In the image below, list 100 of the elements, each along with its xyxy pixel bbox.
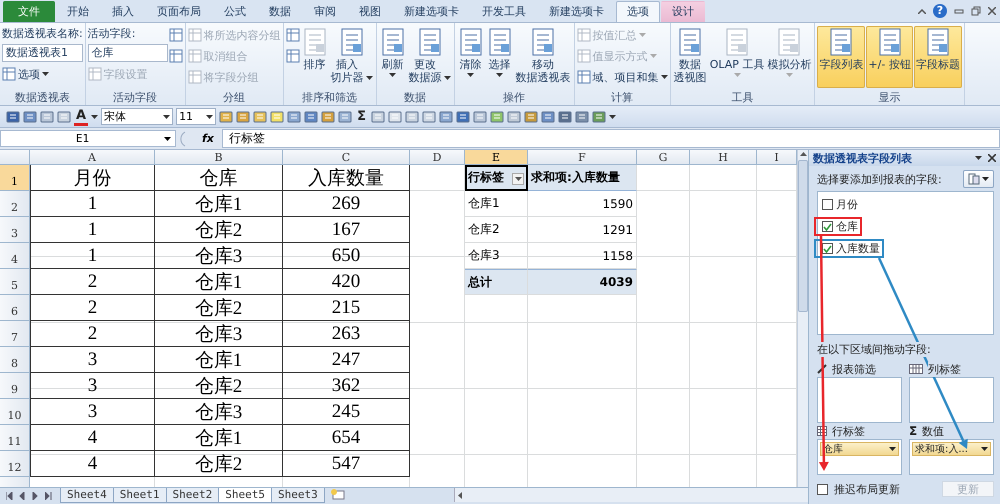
toolbar-icon[interactable] <box>287 110 302 124</box>
font-size-field[interactable]: 11 <box>176 108 216 125</box>
toolbar-icon[interactable] <box>57 110 71 124</box>
restore-icon[interactable] <box>971 6 981 16</box>
toolbar-icon[interactable] <box>338 110 352 124</box>
row-header[interactable]: 4 <box>0 243 30 269</box>
toolbar-icon[interactable] <box>236 110 250 124</box>
ribbon-button[interactable]: 更改 数据源 <box>408 26 452 86</box>
area-field-item[interactable]: 求和项:入... <box>912 442 991 456</box>
column-header[interactable]: I <box>757 150 797 165</box>
toolbar-icon[interactable] <box>6 110 20 124</box>
toolbar-icon[interactable] <box>270 110 284 124</box>
input-field[interactable]: 仓库 <box>88 44 168 62</box>
toolbar-icon[interactable] <box>388 110 402 124</box>
ribbon-tab[interactable]: 新建选项卡 <box>538 1 615 22</box>
toolbar-icon[interactable] <box>404 110 419 124</box>
column-header[interactable]: H <box>690 150 757 165</box>
checkbox[interactable] <box>822 243 833 254</box>
checkbox[interactable] <box>817 484 828 494</box>
ribbon-tab[interactable]: 设计 <box>661 1 705 22</box>
font-field[interactable]: 宋体 <box>101 108 174 125</box>
sheet-tab[interactable]: Sheet5 <box>218 488 272 503</box>
row-header[interactable]: 8 <box>0 347 30 373</box>
row-header[interactable]: 9 <box>0 373 30 399</box>
toolbar-icon[interactable] <box>23 110 37 124</box>
ribbon-button[interactable]: 数据 透视图 <box>672 26 708 86</box>
icon-button[interactable] <box>286 26 300 44</box>
toolbar-icon[interactable] <box>40 110 54 124</box>
toolbar-icon[interactable] <box>370 110 385 124</box>
close-icon[interactable] <box>988 7 996 15</box>
chevron-up-icon[interactable] <box>918 8 926 14</box>
sum-button[interactable]: Σ <box>355 109 368 124</box>
row-header[interactable]: 10 <box>0 399 30 425</box>
row-header[interactable]: 2 <box>0 191 30 217</box>
row-header[interactable]: 7 <box>0 321 30 347</box>
toolbar-icon[interactable] <box>558 110 572 124</box>
sheet-tab[interactable]: Sheet2 <box>166 488 220 503</box>
column-header[interactable]: C <box>283 150 410 165</box>
ribbon-button[interactable]: 移动 数据透视表 <box>514 26 572 86</box>
toolbar-icon[interactable] <box>253 110 268 124</box>
toolbar-icon[interactable] <box>490 110 504 124</box>
input-field[interactable]: 数据透视表1 <box>2 44 83 62</box>
icon-button[interactable] <box>168 47 183 65</box>
toolbar-icon[interactable] <box>438 110 453 124</box>
ribbon-tab[interactable]: 开始 <box>56 1 100 22</box>
row-header[interactable]: 5 <box>0 269 30 295</box>
ribbon-tab[interactable]: 页面布局 <box>146 1 212 22</box>
ribbon-tab[interactable]: 新建选项卡 <box>393 1 470 22</box>
ribbon-button[interactable]: 刷新 <box>378 26 407 79</box>
ribbon-tab[interactable]: 公式 <box>213 1 257 22</box>
help-button[interactable]: ? <box>933 4 947 18</box>
ribbon-button[interactable]: 字段标题 <box>914 26 962 88</box>
ribbon-button[interactable]: 清除 <box>456 26 485 79</box>
column-header[interactable]: A <box>30 150 155 165</box>
toolbar-icon[interactable] <box>422 110 436 124</box>
ribbon-button[interactable]: +/- 按钮 <box>866 26 913 88</box>
ribbon-tab[interactable]: 选项 <box>616 1 660 22</box>
toolbar-icon[interactable] <box>472 110 487 124</box>
ribbon-tab[interactable]: 插入 <box>101 1 145 22</box>
ribbon-tab[interactable]: 数据 <box>258 1 302 22</box>
formula-field[interactable]: 行标签 <box>222 129 1000 148</box>
ribbon-tab[interactable]: 开发工具 <box>471 1 537 22</box>
row-header[interactable]: 3 <box>0 217 30 243</box>
row-header[interactable]: 11 <box>0 425 30 451</box>
ribbon-button[interactable]: 插入 切片器 <box>330 26 374 86</box>
toolbar-icon[interactable] <box>321 110 336 124</box>
ribbon-button[interactable]: 字段列表 <box>817 26 866 88</box>
sheet-tab[interactable]: Sheet1 <box>112 488 166 503</box>
ribbon-button[interactable]: 域、项目和集 <box>576 68 668 86</box>
toolbar-icon[interactable] <box>524 110 538 124</box>
icon-button[interactable] <box>286 47 300 65</box>
new-sheet-icon[interactable] <box>330 488 346 501</box>
toolbar-icon[interactable] <box>540 110 555 124</box>
name-box[interactable]: E1 <box>0 130 176 147</box>
checkbox[interactable] <box>822 221 833 232</box>
scroll-up-icon[interactable] <box>800 152 806 156</box>
ribbon-button[interactable]: 选择 <box>486 26 514 79</box>
nav-arrow-icon[interactable] <box>6 492 13 500</box>
ribbon-tab[interactable]: 文件 <box>3 1 55 22</box>
nav-arrow-icon[interactable] <box>45 492 52 500</box>
layout-button[interactable] <box>963 170 994 188</box>
toolbar-icon[interactable] <box>506 110 521 124</box>
toolbar-icon[interactable] <box>456 110 470 124</box>
function-button[interactable]: fx <box>202 132 214 145</box>
toolbar-icon[interactable] <box>304 110 318 124</box>
toolbar-icon[interactable] <box>592 110 606 124</box>
sheet-tab[interactable]: Sheet4 <box>60 488 114 503</box>
row-header[interactable]: 12 <box>0 451 30 477</box>
scrollbar-thumb[interactable] <box>798 160 808 312</box>
filter-dropdown-button[interactable] <box>512 173 524 185</box>
ribbon-tab[interactable]: 审阅 <box>303 1 347 22</box>
sheet-tab[interactable]: Sheet3 <box>271 488 325 503</box>
close-icon[interactable] <box>988 154 996 162</box>
scroll-left-icon[interactable] <box>458 492 462 498</box>
column-header[interactable]: D <box>410 150 465 165</box>
column-header[interactable]: F <box>528 150 637 165</box>
column-header[interactable]: B <box>155 150 283 165</box>
ribbon-tab[interactable]: 视图 <box>348 1 392 22</box>
toolbar-icon[interactable] <box>574 110 589 124</box>
toolbar-icon[interactable] <box>219 110 234 124</box>
